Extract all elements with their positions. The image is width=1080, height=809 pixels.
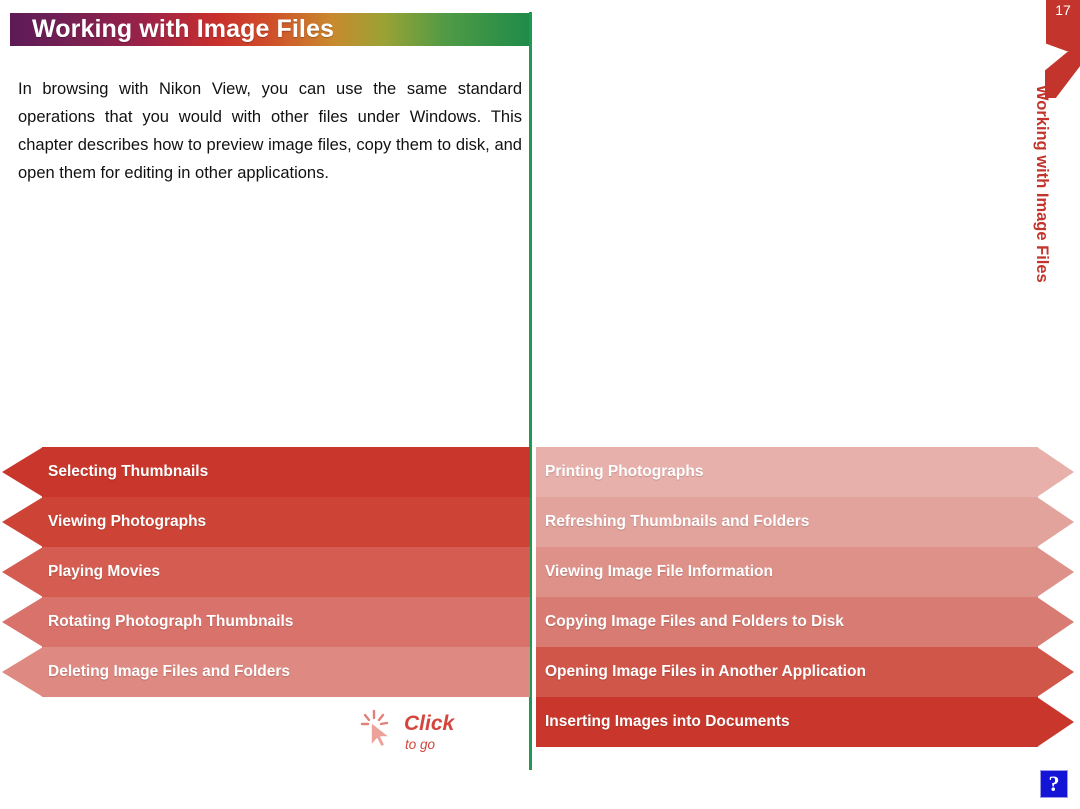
left-link-column: Selecting Thumbnails Viewing Photographs…: [0, 447, 530, 697]
list-item-label: Deleting Image Files and Folders: [48, 663, 291, 681]
list-item[interactable]: Inserting Images into Documents: [536, 697, 1080, 747]
arrow-right-icon: [1037, 497, 1074, 547]
list-item[interactable]: Printing Photographs: [536, 447, 1080, 497]
arrow-right-icon: [1037, 647, 1074, 697]
cursor-sparkle-icon: [360, 708, 400, 752]
arrow-right-icon: [1037, 547, 1074, 597]
to-go-label: to go: [405, 737, 436, 752]
list-item-label: Selecting Thumbnails: [48, 463, 209, 481]
list-item-label: Inserting Images into Documents: [545, 713, 790, 731]
list-item[interactable]: Viewing Image File Information: [536, 547, 1080, 597]
click-label: Click: [404, 712, 455, 735]
list-item-label: Playing Movies: [48, 563, 160, 581]
list-item-label: Viewing Photographs: [48, 513, 207, 531]
arrow-right-icon: [1037, 447, 1074, 497]
intro-paragraph: In browsing with Nikon View, you can use…: [18, 79, 522, 182]
arrow-right-icon: [1037, 597, 1074, 647]
list-item-label: Copying Image Files and Folders to Disk: [545, 613, 844, 631]
right-link-column: Printing Photographs Refreshing Thumbnai…: [536, 447, 1080, 747]
page-number: 17: [1055, 2, 1071, 18]
list-item-label: Opening Image Files in Another Applicati…: [545, 663, 866, 681]
list-item[interactable]: Playing Movies: [0, 547, 530, 597]
question-mark-icon: ?: [1048, 770, 1060, 796]
arrow-left-icon: [2, 547, 43, 597]
list-item[interactable]: Deleting Image Files and Folders: [0, 647, 530, 697]
list-item[interactable]: Opening Image Files in Another Applicati…: [536, 647, 1080, 697]
arrow-left-icon: [2, 597, 43, 647]
help-button[interactable]: ?: [1040, 770, 1068, 798]
click-to-go-hint: Click to go: [358, 704, 528, 760]
arrow-left-icon: [2, 497, 43, 547]
arrow-left-icon: [2, 447, 43, 497]
side-tab-label: Working with Image Files: [1033, 85, 1051, 283]
list-item[interactable]: Selecting Thumbnails: [0, 447, 530, 497]
list-item[interactable]: Viewing Photographs: [0, 497, 530, 547]
side-chapter-tab: 17 Working with Image Files: [1033, 0, 1080, 340]
list-item[interactable]: Rotating Photograph Thumbnails: [0, 597, 530, 647]
list-item-label: Rotating Photograph Thumbnails: [48, 613, 294, 631]
arrow-left-icon: [2, 647, 43, 697]
page-title: Working with Image Files: [32, 15, 334, 43]
chapter-title-banner: Working with Image Files: [10, 13, 530, 46]
list-item-label: Refreshing Thumbnails and Folders: [545, 513, 810, 531]
list-item-label: Viewing Image File Information: [545, 563, 773, 581]
list-item-label: Printing Photographs: [545, 463, 704, 481]
arrow-right-icon: [1037, 697, 1074, 747]
list-item[interactable]: Refreshing Thumbnails and Folders: [536, 497, 1080, 547]
list-item[interactable]: Copying Image Files and Folders to Disk: [536, 597, 1080, 647]
